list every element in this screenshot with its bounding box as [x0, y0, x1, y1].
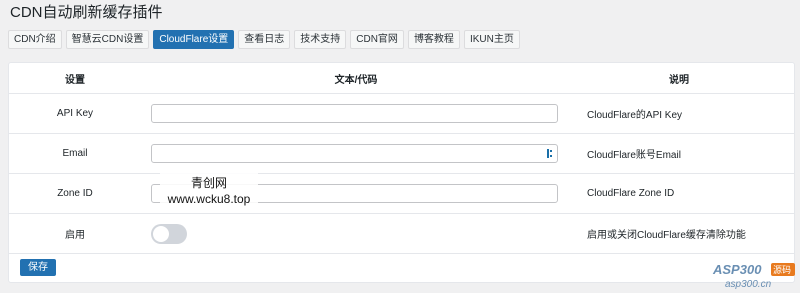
page-title: CDN自动刷新缓存插件: [10, 4, 163, 21]
save-button[interactable]: 保存: [20, 259, 56, 276]
enable-description: 启用或关闭CloudFlare缓存清除功能: [587, 230, 746, 241]
watermark: 青创网 www.wcku8.top: [160, 171, 258, 210]
table-header-row: 设置 文本/代码 说明: [9, 63, 794, 94]
password-manager-icon[interactable]: [547, 149, 553, 158]
toggle-knob: [153, 225, 169, 242]
api-key-input[interactable]: [151, 104, 558, 123]
tab-bar: CDN介绍 智慧云CDN设置 CloudFlare设置 查看日志 技术支持 CD…: [8, 30, 520, 49]
tab-tech-support[interactable]: 技术支持: [294, 30, 347, 49]
enable-label: 启用: [65, 230, 85, 241]
logo-url: asp300.cn: [725, 279, 772, 290]
zone-id-label: Zone ID: [57, 188, 93, 199]
header-text-code: 文本/代码: [334, 74, 378, 86]
api-key-description: CloudFlare的API Key: [587, 110, 683, 121]
tab-cdn-website[interactable]: CDN官网: [350, 30, 404, 49]
asp300-logo: ASP300 源码 asp300.cn: [712, 262, 795, 290]
logo-badge: 源码: [773, 265, 791, 276]
watermark-line2: www.wcku8.top: [167, 191, 251, 206]
zone-id-description: CloudFlare Zone ID: [587, 188, 675, 199]
tab-zhihuiyun-cdn-settings[interactable]: 智慧云CDN设置: [65, 30, 150, 49]
tab-cloudflare-settings[interactable]: CloudFlare设置: [153, 30, 235, 49]
logo-brand: ASP300: [712, 262, 762, 277]
email-label: Email: [62, 148, 88, 159]
tab-blog-tutorials[interactable]: 博客教程: [407, 30, 460, 49]
tab-view-logs[interactable]: 查看日志: [238, 30, 291, 49]
email-description: CloudFlare账号Email: [587, 150, 681, 161]
table-row: Email CloudFlare账号Email: [9, 134, 794, 174]
settings-panel: 设置 文本/代码 说明 API Key CloudFlare的API Key E…: [8, 62, 795, 283]
watermark-line1: 青创网: [190, 175, 227, 190]
email-input[interactable]: [151, 144, 558, 163]
tab-ikun-home[interactable]: IKUN主页: [463, 30, 520, 49]
enable-toggle[interactable]: [151, 223, 187, 244]
header-description: 说明: [669, 74, 689, 86]
api-key-label: API Key: [56, 108, 94, 119]
header-setting: 设置: [65, 74, 85, 86]
table-row: 启用 启用或关闭CloudFlare缓存清除功能: [9, 214, 794, 254]
table-row: Zone ID CloudFlare Zone ID: [9, 174, 794, 214]
table-row: API Key CloudFlare的API Key: [9, 94, 794, 134]
tab-cdn-intro[interactable]: CDN介绍: [8, 30, 62, 49]
